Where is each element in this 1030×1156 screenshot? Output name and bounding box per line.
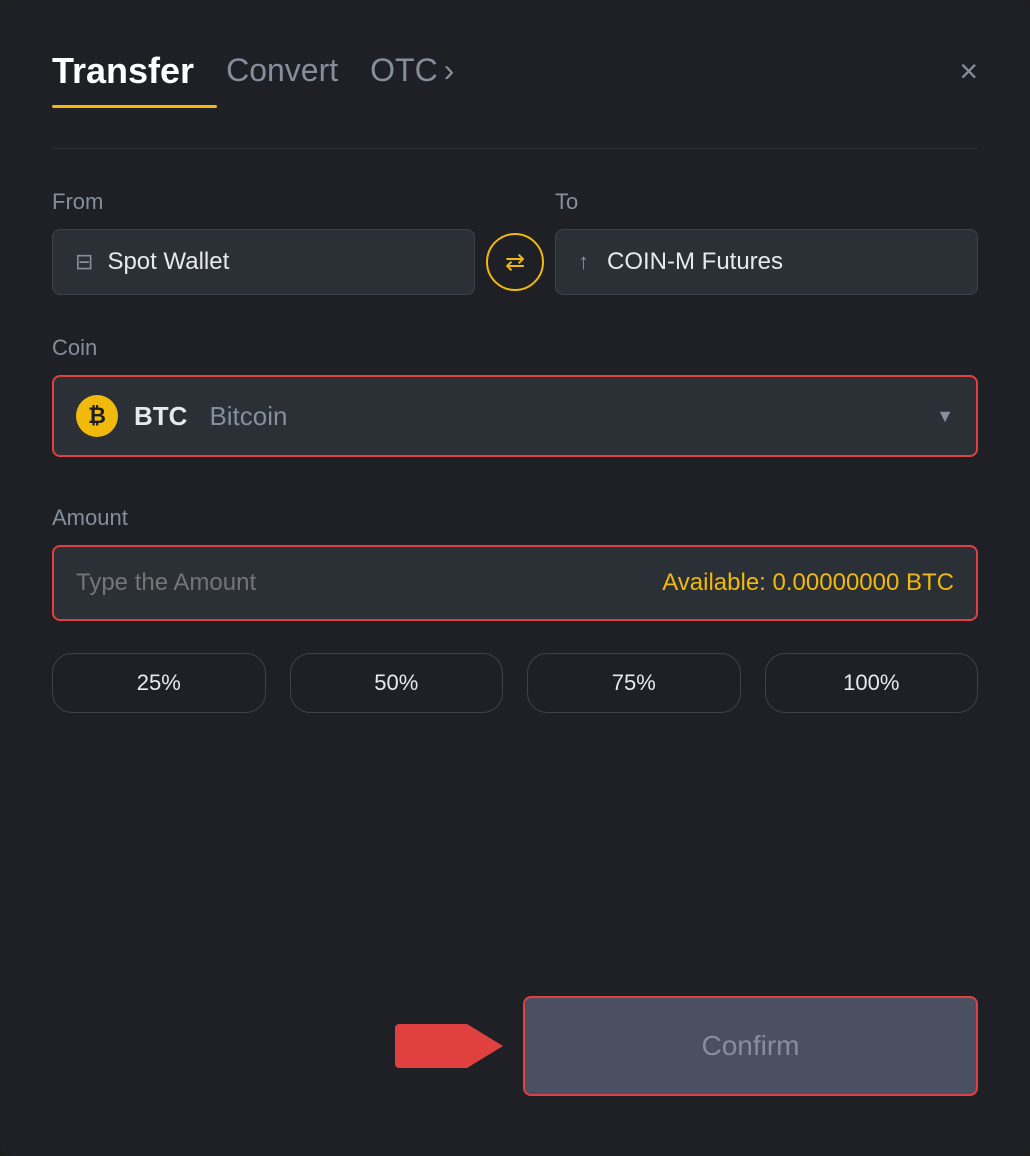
available-balance: Available: 0.00000000 BTC (662, 569, 954, 597)
from-wallet-selector[interactable]: ⊟ Spot Wallet (52, 229, 475, 295)
header-divider (52, 148, 978, 149)
pct-75-button[interactable]: 75% (527, 653, 741, 713)
otc-chevron-icon: › (444, 52, 455, 89)
tab-active-indicator (52, 105, 217, 108)
coin-selector[interactable]: ₿ BTC Bitcoin ▼ (52, 375, 978, 457)
to-wallet-text: COIN-M Futures (607, 248, 783, 276)
arrow-wrapper (52, 1024, 523, 1068)
futures-wallet-icon: ↑ (578, 249, 589, 275)
to-wallet-selector[interactable]: ↑ COIN-M Futures (555, 229, 978, 295)
from-to-row: From ⊟ Spot Wallet ⇄ To ↑ COIN-M Futures (52, 189, 978, 295)
pct-25-button[interactable]: 25% (52, 653, 266, 713)
arrow-body (395, 1024, 467, 1068)
from-wallet-text: Spot Wallet (107, 248, 229, 276)
swap-icon: ⇄ (505, 248, 525, 277)
swap-button[interactable]: ⇄ (486, 233, 544, 291)
to-section: To ↑ COIN-M Futures (555, 189, 978, 295)
tab-convert[interactable]: Convert (226, 48, 338, 93)
available-label: Available: (662, 569, 766, 596)
coin-section: Coin ₿ BTC Bitcoin ▼ (52, 335, 978, 505)
amount-input[interactable] (76, 569, 515, 597)
pct-50-button[interactable]: 50% (290, 653, 504, 713)
tab-transfer[interactable]: Transfer (52, 50, 194, 92)
coin-chevron-icon: ▼ (936, 406, 954, 427)
amount-section: Amount Available: 0.00000000 BTC (52, 505, 978, 653)
coin-symbol: BTC (134, 401, 187, 432)
swap-wrapper: ⇄ (475, 233, 555, 295)
spot-wallet-icon: ⊟ (75, 249, 93, 275)
tab-otc[interactable]: OTC › (370, 48, 454, 93)
close-button[interactable]: × (959, 55, 978, 87)
modal-header: Transfer Convert OTC › × (52, 48, 978, 93)
available-value: 0.00000000 (773, 569, 900, 596)
arrow-indicator (395, 1024, 503, 1068)
percentage-row: 25% 50% 75% 100% (52, 653, 978, 713)
btc-icon: ₿ (76, 395, 118, 437)
arrow-head-icon (467, 1024, 503, 1068)
confirm-button[interactable]: Confirm (523, 996, 978, 1096)
from-section: From ⊟ Spot Wallet (52, 189, 475, 295)
available-unit: BTC (906, 569, 954, 596)
from-label: From (52, 189, 475, 215)
pct-100-button[interactable]: 100% (765, 653, 979, 713)
coin-label: Coin (52, 335, 978, 361)
coin-name: Bitcoin (209, 401, 287, 432)
to-label: To (555, 189, 978, 215)
amount-label: Amount (52, 505, 978, 531)
amount-input-box: Available: 0.00000000 BTC (52, 545, 978, 621)
transfer-modal: Transfer Convert OTC › × From ⊟ Spot Wal… (0, 0, 1030, 1156)
bottom-area: Confirm (52, 976, 978, 1096)
